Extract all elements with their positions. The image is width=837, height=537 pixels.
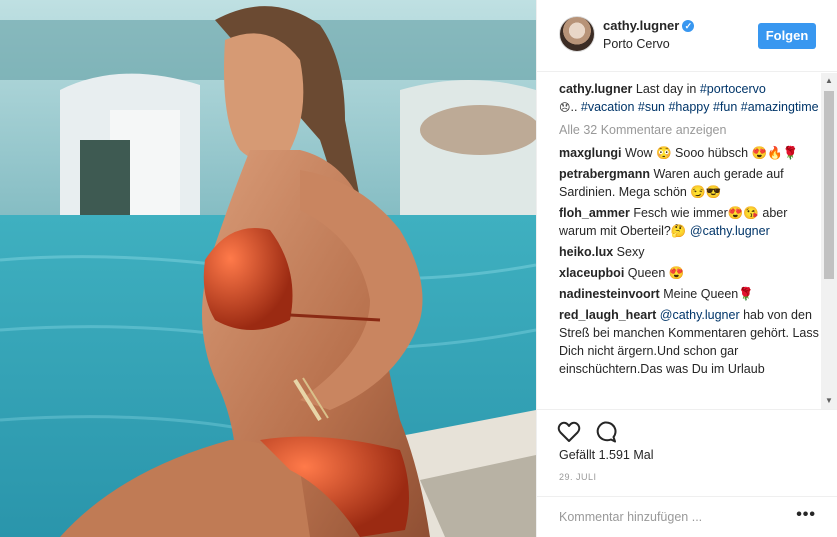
comment-text: Wow 😳 Sooo hübsch 😍🔥🌹 — [625, 146, 799, 160]
caption-text: Last day in — [635, 82, 697, 96]
scrollbar-thumb[interactable] — [824, 91, 834, 279]
more-dots-icon[interactable]: ••• — [796, 507, 816, 523]
avatar[interactable] — [559, 16, 595, 52]
follow-button[interactable]: Folgen — [758, 23, 816, 49]
comment-item: red_laugh_heart @cathy.lugner hab von de… — [559, 306, 823, 378]
comment-item: petrabergmann Waren auch gerade auf Sard… — [559, 165, 823, 201]
comment-text: Queen 😍 — [627, 266, 685, 280]
hashtag-links[interactable]: #vacation #sun #happy #fun #amazingtime — [581, 100, 819, 114]
comment-item: nadinesteinvoort Meine Queen🌹 — [559, 285, 823, 303]
caption: cathy.lugner Last day in #portocervo 😞..… — [559, 80, 823, 117]
add-comment-bar: ••• — [537, 496, 837, 537]
comment-item: heiko.lux Sexy — [559, 243, 823, 261]
scroll-up-arrow-icon[interactable]: ▲ — [821, 73, 837, 89]
comments-list: cathy.lugner Last day in #portocervo 😞..… — [559, 80, 823, 381]
comment-text: Sexy — [616, 245, 645, 259]
comment-item: floh_ammer Fesch wie immer😍😘 aber warum … — [559, 204, 823, 240]
mention-link[interactable]: @cathy.lugner — [660, 308, 740, 322]
heart-outline-icon[interactable] — [556, 419, 582, 445]
comment-username[interactable]: heiko.lux — [559, 245, 613, 259]
post-date[interactable]: 29. JULI — [559, 472, 597, 482]
comment-username[interactable]: red_laugh_heart — [559, 308, 656, 322]
comment-username[interactable]: floh_ammer — [559, 206, 630, 220]
post-header: cathy.lugner ✓ Porto Cervo Folgen — [537, 0, 837, 72]
add-comment-input[interactable] — [559, 507, 789, 527]
caption-emoji: 😞 — [559, 101, 571, 114]
comment-username[interactable]: nadinesteinvoort — [559, 287, 660, 301]
post-author[interactable]: cathy.lugner ✓ — [603, 18, 695, 33]
comments-scrollbar[interactable]: ▲ ▼ — [821, 73, 837, 409]
view-all-comments-link[interactable]: Alle 32 Kommentare anzeigen — [559, 121, 823, 139]
post-photo[interactable] — [0, 0, 536, 537]
comments-section[interactable]: cathy.lugner Last day in #portocervo 😞..… — [537, 73, 837, 409]
comment-item: maxglungi Wow 😳 Sooo hübsch 😍🔥🌹 — [559, 144, 823, 162]
post-sidebar: cathy.lugner ✓ Porto Cervo Folgen cathy.l… — [536, 0, 837, 537]
post-photo-image — [0, 0, 536, 537]
post-actions: Gefällt 1.591 Mal 29. JULI — [537, 409, 837, 499]
post-location[interactable]: Porto Cervo — [603, 37, 670, 51]
hashtag-link[interactable]: #portocervo — [700, 82, 766, 96]
author-username[interactable]: cathy.lugner — [603, 18, 679, 33]
caption-text-2: .. — [570, 100, 578, 114]
caption-username[interactable]: cathy.lugner — [559, 82, 632, 96]
verified-badge-icon: ✓ — [682, 20, 695, 32]
comment-username[interactable]: xlaceupboi — [559, 266, 624, 280]
scroll-down-arrow-icon[interactable]: ▼ — [821, 393, 837, 409]
comment-item: xlaceupboi Queen 😍 — [559, 264, 823, 282]
mention-link[interactable]: @cathy.lugner — [690, 224, 770, 238]
comment-username[interactable]: maxglungi — [559, 146, 622, 160]
comment-text: Meine Queen🌹 — [663, 287, 754, 301]
likes-count[interactable]: Gefällt 1.591 Mal — [559, 448, 654, 462]
speech-bubble-icon[interactable] — [592, 419, 618, 445]
comment-username[interactable]: petrabergmann — [559, 167, 650, 181]
